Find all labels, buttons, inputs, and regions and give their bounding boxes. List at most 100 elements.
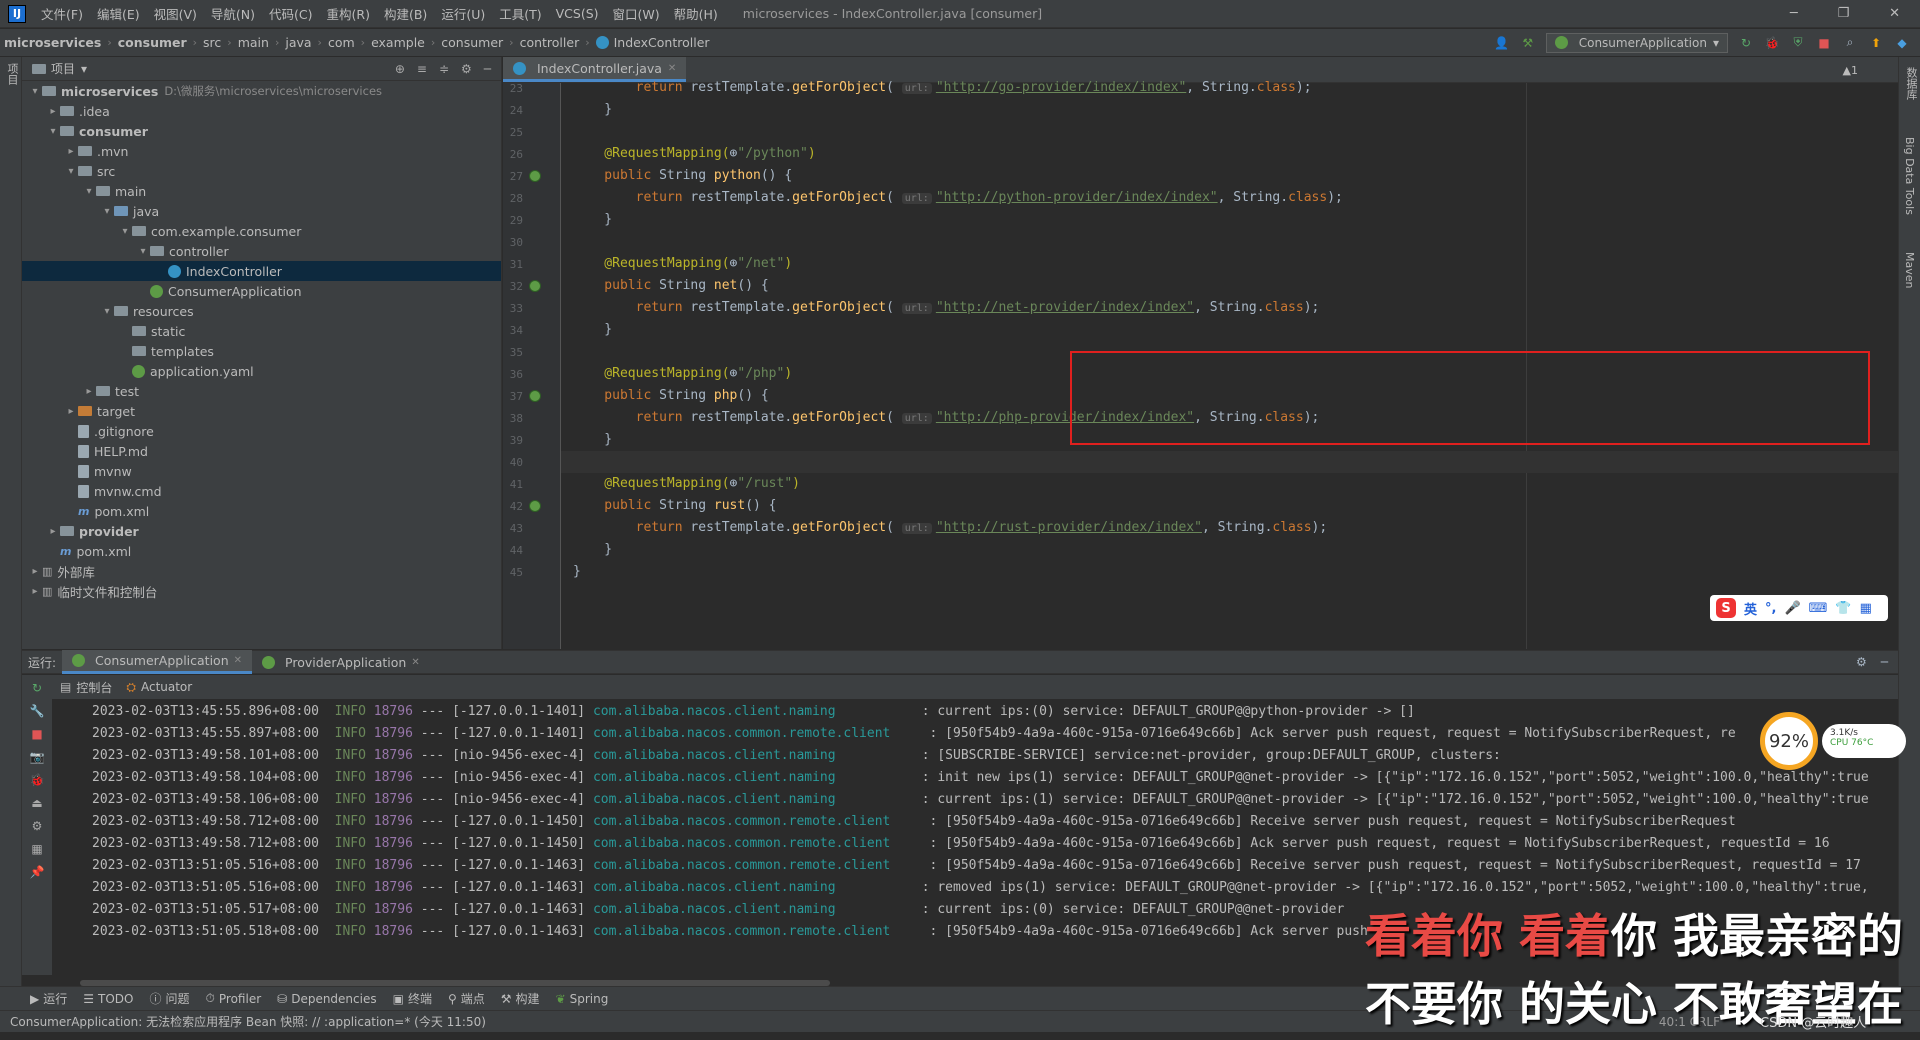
tool-spring[interactable]: ❦ Spring [556, 992, 609, 1006]
rerun-icon[interactable]: ↻ [32, 681, 42, 695]
chevron-right-icon[interactable]: ▸ [28, 586, 42, 597]
chevron-down-icon[interactable]: ▾ [28, 86, 42, 97]
tab-consumer-application[interactable]: ConsumerApplication ✕ [62, 650, 253, 674]
minimize-icon[interactable]: ─ [1790, 6, 1798, 21]
menu-help[interactable]: 帮助(H) [667, 4, 725, 23]
chevron-right-icon[interactable]: ▸ [46, 526, 60, 537]
chevron-down-icon[interactable]: ▾ [136, 246, 150, 257]
tree-item[interactable]: ▸ target [22, 401, 501, 421]
tree-item[interactable]: ▾ main [22, 181, 501, 201]
wrench-icon[interactable]: 🔧 [30, 704, 45, 718]
chevron-right-icon[interactable]: ▸ [82, 386, 96, 397]
breadcrumb-item[interactable]: src [199, 35, 225, 50]
close-icon[interactable]: ✕ [234, 655, 242, 666]
gear-icon[interactable]: ⚙ [461, 62, 472, 76]
tool-endpoints[interactable]: ⚲ 端点 [448, 990, 485, 1007]
ime-toolbar[interactable]: S 英 °, 🎤 ⌨ 👕 ▦ [1710, 595, 1888, 621]
settings-icon[interactable]: ⚙ [32, 819, 43, 833]
project-tool-label[interactable]: 项目 [4, 63, 20, 85]
tree-item[interactable]: m pom.xml [22, 541, 501, 561]
cpu-monitor-widget[interactable]: 92% 3.1K/s CPU 76°C [1760, 712, 1910, 772]
tool-dependencies[interactable]: ⛁ Dependencies [277, 992, 376, 1006]
chevron-right-icon[interactable]: ▸ [64, 406, 78, 417]
chevron-down-icon[interactable]: ▾ [118, 226, 132, 237]
tree-item[interactable]: mvnw [22, 461, 501, 481]
tree-item[interactable]: ▾ java [22, 201, 501, 221]
request-mapping-gutter-icon[interactable] [529, 500, 541, 512]
request-mapping-gutter-icon[interactable] [529, 280, 541, 292]
menu-navigate[interactable]: 导航(N) [204, 4, 262, 23]
bigdata-tool-label[interactable]: Big Data Tools [1903, 137, 1916, 215]
request-mapping-gutter-icon[interactable] [529, 390, 541, 402]
chevron-down-icon[interactable]: ▾ [82, 186, 96, 197]
menu-code[interactable]: 代码(C) [262, 4, 319, 23]
close-icon[interactable]: ✕ [668, 63, 676, 74]
build-hammer-icon[interactable]: ⚒ [1520, 35, 1536, 51]
menu-window[interactable]: 窗口(W) [606, 4, 667, 23]
rerun-icon[interactable]: ↻ [1738, 35, 1754, 51]
tree-item[interactable]: ▾ resources [22, 301, 501, 321]
tree-item[interactable]: ▸ .mvn [22, 141, 501, 161]
gear-icon[interactable]: ⚙ [1856, 655, 1867, 669]
tree-item[interactable]: ▸ .idea [22, 101, 501, 121]
menu-edit[interactable]: 编辑(E) [90, 4, 147, 23]
breadcrumb-item[interactable]: consumer [114, 35, 191, 50]
coverage-icon[interactable]: ⛨ [1790, 35, 1806, 51]
inspection-widget[interactable]: ▲1 [1843, 64, 1858, 77]
breadcrumb-item[interactable]: IndexController [592, 35, 714, 50]
menu-run[interactable]: 运行(U) [434, 4, 492, 23]
tree-item[interactable]: m pom.xml [22, 501, 501, 521]
tab-console[interactable]: ▤ 控制台 [60, 679, 112, 696]
restore-icon[interactable]: ❐ [1838, 6, 1850, 21]
tree-item[interactable]: application.yaml [22, 361, 501, 381]
camera-icon[interactable]: 📷 [30, 750, 45, 764]
tool-todo[interactable]: ☰ TODO [83, 992, 133, 1006]
search-icon[interactable]: ⌕ [1842, 35, 1858, 51]
tab-actuator[interactable]: ⛭ Actuator [126, 680, 192, 695]
chevron-down-icon[interactable]: ▾ [46, 126, 60, 137]
stop-icon[interactable]: ■ [31, 727, 42, 741]
chevron-right-icon[interactable]: ▸ [28, 566, 42, 577]
request-mapping-gutter-icon[interactable] [529, 170, 541, 182]
close-icon[interactable]: ✕ [411, 657, 419, 668]
close-icon[interactable]: ✕ [1889, 6, 1900, 21]
breadcrumb-item[interactable]: microservices [0, 35, 105, 50]
maven-tool-label[interactable]: Maven [1903, 252, 1916, 288]
breadcrumb-item[interactable]: controller [516, 35, 584, 50]
plugin-icon[interactable]: ◆ [1894, 35, 1910, 51]
exit-icon[interactable]: ⏏ [31, 796, 42, 810]
tree-item[interactable]: ▸ ▥ 外部库 [22, 561, 501, 581]
tree-item[interactable]: templates [22, 341, 501, 361]
tree-item[interactable]: static [22, 321, 501, 341]
breadcrumb-item[interactable]: com [324, 35, 359, 50]
stop-icon[interactable]: ■ [1816, 35, 1832, 51]
tree-item[interactable]: ▾ src [22, 161, 501, 181]
menu-grid-icon[interactable]: ▦ [1860, 601, 1872, 616]
layout-icon[interactable]: ▦ [31, 842, 42, 856]
ime-language[interactable]: 英 [1744, 599, 1757, 618]
menu-tools[interactable]: 工具(T) [492, 4, 548, 23]
debug-icon[interactable]: 🐞 [1764, 35, 1780, 51]
tree-item[interactable]: HELP.md [22, 441, 501, 461]
menu-vcs[interactable]: VCS(S) [549, 6, 606, 21]
menu-build[interactable]: 构建(B) [377, 4, 434, 23]
tree-item[interactable]: mvnw.cmd [22, 481, 501, 501]
tree-item[interactable]: ▾ com.example.consumer [22, 221, 501, 241]
run-configuration-select[interactable]: ConsumerApplication ▾ [1545, 32, 1728, 53]
debug-icon[interactable]: 🐞 [30, 773, 45, 787]
breadcrumb-item[interactable]: java [281, 35, 315, 50]
hide-icon[interactable]: ─ [1881, 655, 1888, 669]
chevron-down-icon[interactable]: ▾ [100, 306, 114, 317]
pin-icon[interactable]: 📌 [30, 865, 45, 879]
menu-refactor[interactable]: 重构(R) [320, 4, 377, 23]
tree-item[interactable]: ▾ controller [22, 241, 501, 261]
chevron-down-icon[interactable]: ▾ [81, 62, 87, 76]
tree-item[interactable]: ▸ test [22, 381, 501, 401]
breadcrumb-item[interactable]: consumer [437, 35, 507, 50]
tree-item[interactable]: ▸ ▥ 临时文件和控制台 [22, 581, 501, 601]
tree-item[interactable]: ▾ microservices D:\微服务\microservices\micro… [22, 81, 501, 101]
chevron-down-icon[interactable]: ▾ [100, 206, 114, 217]
update-icon[interactable]: ⬆ [1868, 35, 1884, 51]
status-message[interactable]: ConsumerApplication: 无法检索应用程序 Bean 快照: /… [10, 1013, 486, 1030]
hide-icon[interactable]: ─ [484, 62, 491, 76]
